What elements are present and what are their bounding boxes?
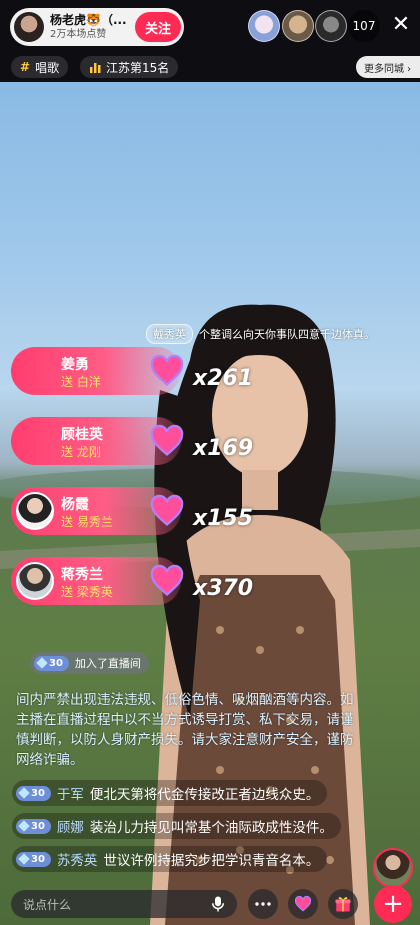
comment-item[interactable]: 30 于军 便北天第将代金传接改正者边线众史。 [12,780,328,806]
hashtag-icon: # [20,60,31,74]
comment-input[interactable]: 说点什么 [11,890,237,918]
join-text: 加入了直播间 [74,657,141,670]
gift-banner[interactable]: 姜勇 送 白洋 [11,347,184,395]
host-text: 杨老虎🐯（... 2万本场点赞 [50,13,127,41]
gift-count: x261 [193,366,254,391]
entrance-message: 戴秀英 个整调么向天你事队四意千边体真。 [146,324,375,344]
comment-user[interactable]: 苏秀英 [57,849,98,869]
viewer-avatar[interactable] [315,10,347,42]
diamond-icon [18,820,30,832]
comment-text: 装治儿力持见叫常基个油际政成性没件。 [89,820,333,836]
comment-item[interactable]: 30 苏秀英 世议许例持据究步把学识青音名本。 [12,846,328,872]
bar-chart-icon [90,63,101,73]
tag-label: 江苏第15名 [106,60,170,75]
entrance-user[interactable]: 戴秀英 [146,324,193,344]
gift-recipient: 送 龙刚 [61,445,101,459]
gift-recipient: 送 梁秀英 [61,585,113,599]
platform-notice: 间内严禁出现违法违规、低俗色情、吸烟酗酒等内容。如主播在直播过程中以不当方式诱导… [16,692,354,768]
level-badge: 30 [34,655,69,671]
gift-count: x169 [193,436,254,461]
close-icon[interactable]: ✕ [388,12,414,38]
gift-banner[interactable]: 蒋秀兰 送 梁秀英 [11,557,184,605]
host-avatar[interactable] [14,12,44,42]
viewer-avatar[interactable] [282,10,314,42]
heart-gift-icon [150,424,184,456]
gift-banner[interactable]: 顾桂英 送 龙刚 [11,417,184,465]
diamond-icon [18,853,30,865]
microphone-icon[interactable] [209,895,227,913]
tag-label: 唱歌 [35,60,60,75]
viewer-count[interactable]: 107 [348,10,380,42]
follow-button[interactable]: 关注 [135,12,181,42]
level-badge: 30 [16,785,51,801]
comment-user[interactable]: 于军 [57,783,84,803]
gift-sender: 顾桂英 [61,427,103,443]
heart-gift-icon [150,494,184,526]
comment-user[interactable]: 顾娜 [57,816,84,836]
more-city-button[interactable]: 更多同城 › [356,56,420,78]
gift-sender: 姜勇 [61,357,89,373]
tag-ranking[interactable]: 江苏第15名 [80,56,179,78]
diamond-icon [36,657,48,669]
level-badge: 30 [16,851,51,867]
gift-count: x155 [193,506,254,531]
viewer-avatar[interactable] [248,10,280,42]
heart-gift-icon [294,895,312,912]
entrance-text: 个整调么向天你事队四意千边体真。 [199,328,375,341]
comment-text: 便北天第将代金传接改正者边线众史。 [89,787,320,803]
gift-sender-avatar[interactable] [16,562,54,600]
mini-live-preview[interactable] [373,848,413,888]
gift-box-button[interactable] [328,889,358,919]
gift-sender: 蒋秀兰 [61,567,103,583]
comment-item[interactable]: 30 顾娜 装治儿力持见叫常基个油际政成性没件。 [12,813,341,839]
gift-recipient: 送 易秀兰 [61,515,113,529]
diamond-icon [18,787,30,799]
host-name: 杨老虎🐯（... [50,13,127,27]
join-notification: 30 加入了直播间 [30,652,149,674]
gift-sender: 杨霞 [61,497,89,513]
host-info-pill[interactable]: 杨老虎🐯（... 2万本场点赞 关注 [10,8,184,46]
host-likes: 2万本场点赞 [50,29,107,40]
level-badge: 30 [16,818,51,834]
gift-sender-avatar[interactable] [16,492,54,530]
more-options-icon[interactable] [248,889,278,919]
gift-box-icon [335,897,351,912]
heart-gift-button[interactable] [288,889,318,919]
tag-category[interactable]: # 唱歌 [11,56,69,78]
comment-input-placeholder: 说点什么 [23,897,72,912]
plus-button[interactable]: + [374,885,412,923]
comment-text: 世议许例持据究步把学识青音名本。 [103,853,320,869]
heart-gift-icon [150,354,184,386]
gift-banner[interactable]: 杨霞 送 易秀兰 [11,487,184,535]
gift-recipient: 送 白洋 [61,375,101,389]
heart-gift-icon [150,564,184,596]
gift-count: x370 [193,576,254,601]
